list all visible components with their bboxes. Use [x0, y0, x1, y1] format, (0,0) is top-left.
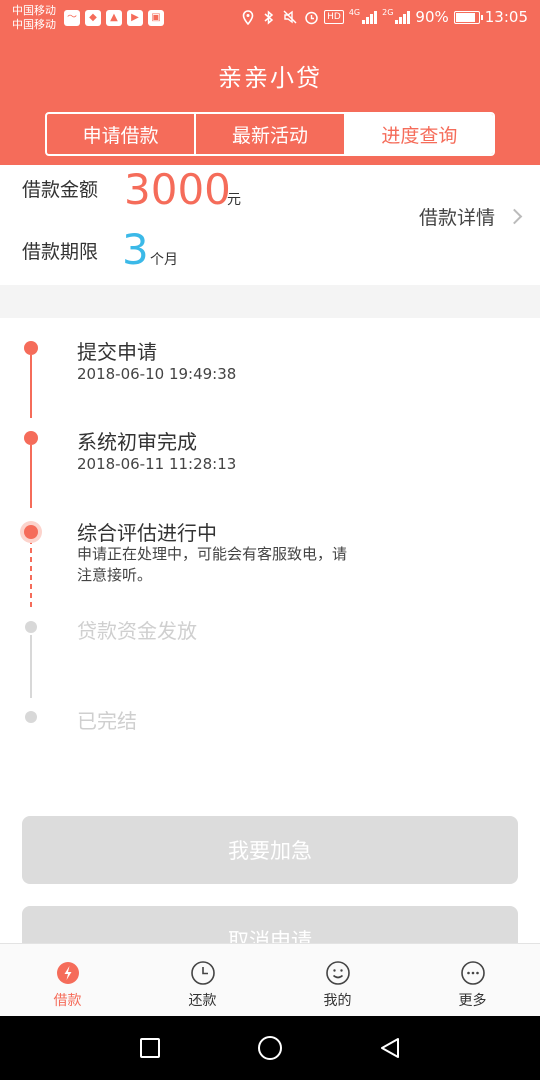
bluetooth-icon	[261, 9, 277, 25]
nav-item-mine[interactable]: 我的	[270, 944, 405, 1016]
urgent-button[interactable]: 我要加急	[22, 816, 518, 884]
network-1: 4G	[348, 8, 361, 17]
progress-timeline: 提交申请 2018-06-10 19:49:38 系统初审完成 2018-06-…	[0, 318, 540, 974]
step-time: 2018-06-11 11:28:13	[77, 455, 237, 473]
urgent-button-label: 我要加急	[228, 839, 312, 863]
shield-app-icon: ◆	[85, 10, 101, 26]
nav-label: 借款	[53, 993, 82, 1009]
nav-label: 我的	[323, 993, 352, 1009]
step-time: 2018-06-10 19:49:38	[77, 365, 237, 383]
battery-percent: 90%	[415, 8, 449, 26]
timeline-dot-pending	[25, 711, 37, 723]
loan-detail-link[interactable]: 借款详情	[418, 203, 523, 230]
network-2: 2G	[382, 8, 394, 17]
nav-label: 还款	[188, 993, 217, 1009]
header-area: 中国移动 中国移动 〜 ◆ ▲ ▶ ▣ HD 4G 2G 90% 13:05 亲…	[0, 0, 540, 165]
activity-app-icon: 〜	[64, 10, 80, 26]
clock-icon	[190, 961, 215, 985]
home-icon[interactable]	[258, 1036, 282, 1060]
step-title: 提交申请	[77, 340, 157, 364]
term-unit: 个月	[150, 252, 178, 268]
store-app-icon: ▲	[106, 10, 122, 26]
timeline-line-pending	[30, 635, 32, 698]
lightning-icon	[56, 962, 79, 984]
status-bar: 中国移动 中国移动 〜 ◆ ▲ ▶ ▣ HD 4G 2G 90% 13:05	[0, 0, 540, 38]
loan-summary: 借款金额 3000 元 借款期限 3 个月 借款详情	[0, 165, 540, 285]
carrier-info: 中国移动 中国移动	[12, 4, 56, 32]
section-divider	[0, 285, 540, 318]
battery-icon	[453, 10, 483, 24]
amount-value: 3000	[124, 165, 231, 214]
tab-progress-query[interactable]: 进度查询	[345, 114, 493, 154]
recent-apps-icon[interactable]	[140, 1038, 160, 1058]
nav-item-more[interactable]: 更多	[405, 944, 540, 1016]
timeline-line-done	[30, 355, 32, 418]
nav-item-repay[interactable]: 还款	[135, 944, 270, 1016]
clock: 13:05	[484, 8, 528, 26]
step-title: 系统初审完成	[77, 430, 197, 454]
nav-label: 更多	[458, 993, 487, 1009]
timeline-dot-done	[24, 341, 38, 355]
book-app-icon: ▣	[148, 10, 164, 26]
system-nav-bar	[0, 1016, 540, 1080]
bottom-nav: 借款 还款 我的 更多	[0, 943, 540, 1016]
timeline-dot-done	[24, 431, 38, 445]
timeline-dot-current	[24, 525, 38, 539]
alarm-icon	[303, 9, 319, 25]
notification-icons: 〜 ◆ ▲ ▶ ▣	[64, 10, 164, 26]
step-title: 已完结	[77, 709, 137, 733]
amount-unit: 元	[227, 192, 241, 208]
app-title: 亲亲小贷	[218, 64, 322, 92]
tab-latest-events[interactable]: 最新活动	[196, 114, 346, 154]
timeline-dot-pending	[25, 621, 37, 633]
location-icon	[240, 9, 256, 25]
loan-detail-label: 借款详情	[418, 207, 495, 229]
battery-fill	[455, 12, 476, 22]
back-icon[interactable]	[378, 1036, 402, 1060]
nav-item-loan[interactable]: 借款	[0, 944, 135, 1016]
video-app-icon: ▶	[127, 10, 143, 26]
signal-icon	[362, 10, 378, 24]
tab-label: 申请借款	[82, 124, 159, 147]
amount-label: 借款金额	[22, 179, 99, 201]
tab-label: 最新活动	[231, 124, 308, 147]
smiley-icon	[325, 961, 350, 985]
status-right: HD 4G 2G 90% 13:05	[240, 8, 528, 26]
term-label: 借款期限	[22, 241, 99, 263]
more-icon	[460, 961, 485, 985]
mute-icon	[282, 9, 298, 25]
tab-label: 进度查询	[381, 124, 458, 147]
term-value: 3	[122, 225, 149, 274]
tab-apply-loan[interactable]: 申请借款	[47, 114, 197, 154]
chevron-right-icon	[506, 208, 523, 225]
hd-badge: HD	[324, 10, 344, 24]
carrier-2: 中国移动	[12, 18, 56, 31]
step-title: 贷款资金发放	[77, 619, 197, 643]
carrier-1: 中国移动	[12, 4, 56, 17]
timeline-line-done	[30, 445, 32, 508]
tab-bar: 申请借款 最新活动 进度查询	[45, 112, 495, 156]
step-title: 综合评估进行中	[77, 521, 217, 545]
timeline-line-current	[30, 539, 32, 609]
step-description: 申请正在处理中，可能会有客服致电，请注意接听。	[77, 545, 348, 584]
signal-icon-2	[395, 10, 411, 24]
